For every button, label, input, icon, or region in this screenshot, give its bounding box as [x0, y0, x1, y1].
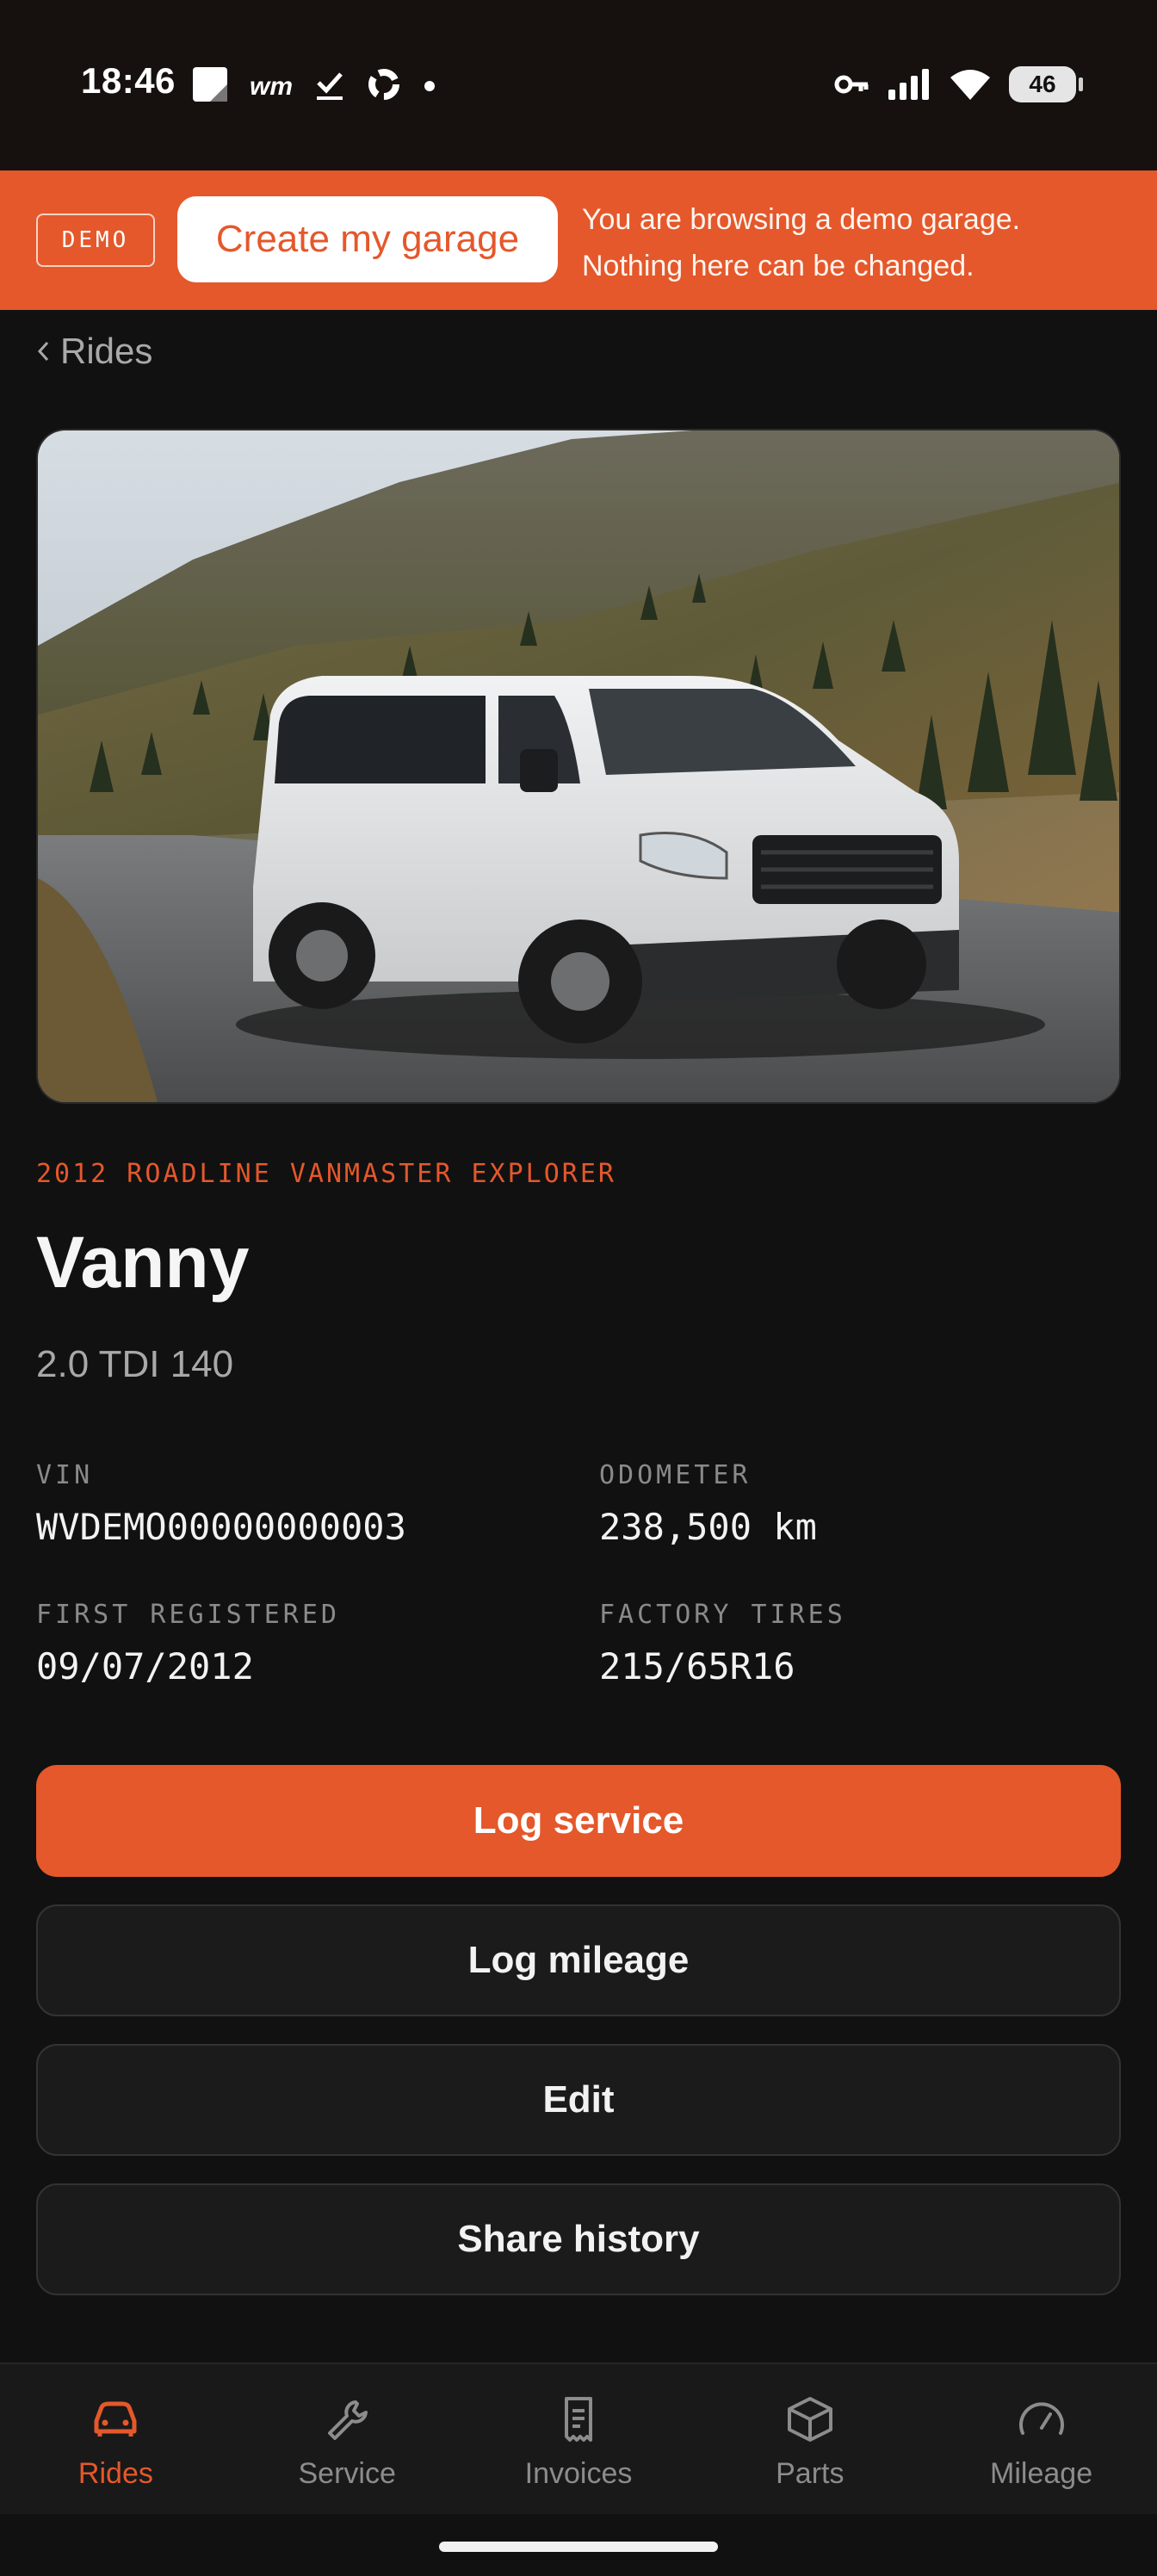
tab-rides[interactable]: Rides [0, 2364, 232, 2514]
tab-label: Rides [77, 2457, 153, 2490]
back-label: Rides [60, 331, 153, 371]
key-icon [834, 75, 869, 94]
spec-value: WVDEMO00000000003 [36, 1506, 406, 1548]
demo-tag: DEMO [36, 214, 155, 267]
tab-label: Parts [776, 2457, 845, 2490]
status-system-icons: 46 [833, 65, 1083, 103]
tab-label: Service [298, 2457, 396, 2490]
wrench-icon [328, 2400, 368, 2440]
tab-parts[interactable]: Parts [694, 2364, 925, 2514]
car-icon [94, 2401, 137, 2437]
spec-factory-tires: FACTORY TIRES 215/65R16 [599, 1600, 846, 1687]
spec-odometer: ODOMETER 238,500 km [599, 1460, 817, 1548]
gauge-icon [1018, 2402, 1064, 2435]
status-notification-icons: wm [191, 65, 436, 103]
spec-value: 09/07/2012 [36, 1645, 254, 1687]
status-bar: 18:46 wm 46 [0, 0, 1157, 170]
wm-icon: wm [250, 72, 293, 101]
sync-icon [368, 69, 399, 100]
demo-banner: DEMO Create my garage You are browsing a… [0, 170, 1157, 310]
log-service-button[interactable]: Log service [36, 1765, 1121, 1877]
tab-invoices[interactable]: Invoices [463, 2364, 695, 2514]
log-mileage-button[interactable]: Log mileage [36, 1904, 1121, 2016]
back-to-rides-link[interactable]: Rides [36, 331, 152, 372]
edit-button[interactable]: Edit [36, 2044, 1121, 2156]
battery-icon: 46 [1009, 66, 1083, 102]
bottom-tab-bar: Rides Service Invoices Parts Mileage [0, 2362, 1157, 2514]
vehicle-name: Vanny [36, 1222, 250, 1303]
wifi-icon [950, 70, 990, 100]
spec-vin: VIN WVDEMO00000000003 [36, 1460, 406, 1548]
spec-label: FIRST REGISTERED [36, 1600, 340, 1630]
spec-label: ODOMETER [599, 1460, 752, 1490]
create-garage-button[interactable]: Create my garage [177, 196, 558, 282]
spec-value: 238,500 km [599, 1506, 817, 1548]
spec-value: 215/65R16 [599, 1645, 795, 1687]
receipt-icon [564, 2397, 592, 2442]
vehicle-make-model: 2012 ROADLINE VANMASTER EXPLORER [36, 1159, 616, 1189]
signal-icon [888, 69, 929, 100]
tab-label: Mileage [990, 2457, 1093, 2490]
demo-message: You are browsing a demo garage. Nothing … [582, 196, 1133, 289]
spec-label: VIN [36, 1460, 94, 1490]
notes-icon [193, 67, 227, 102]
demo-message-line-1: You are browsing a demo garage. [582, 203, 1021, 236]
demo-message-line-2: Nothing here can be changed. [582, 250, 974, 282]
tab-label: Invoices [524, 2457, 633, 2490]
vehicle-engine: 2.0 TDI 140 [36, 1343, 234, 1385]
spec-label: FACTORY TIRES [599, 1600, 846, 1630]
tab-service[interactable]: Service [232, 2364, 463, 2514]
box-icon [787, 2397, 832, 2442]
status-time: 18:46 [81, 60, 176, 101]
share-history-button[interactable]: Share history [36, 2183, 1121, 2295]
vehicle-photo [36, 429, 1121, 1104]
home-indicator[interactable] [439, 2542, 718, 2552]
chevron-left-icon [37, 341, 49, 362]
tab-mileage[interactable]: Mileage [925, 2364, 1157, 2514]
check-icon [317, 72, 343, 100]
dot-icon [424, 81, 435, 91]
svg-text:wm: wm [250, 72, 293, 101]
spec-first-registered: FIRST REGISTERED 09/07/2012 [36, 1600, 340, 1687]
